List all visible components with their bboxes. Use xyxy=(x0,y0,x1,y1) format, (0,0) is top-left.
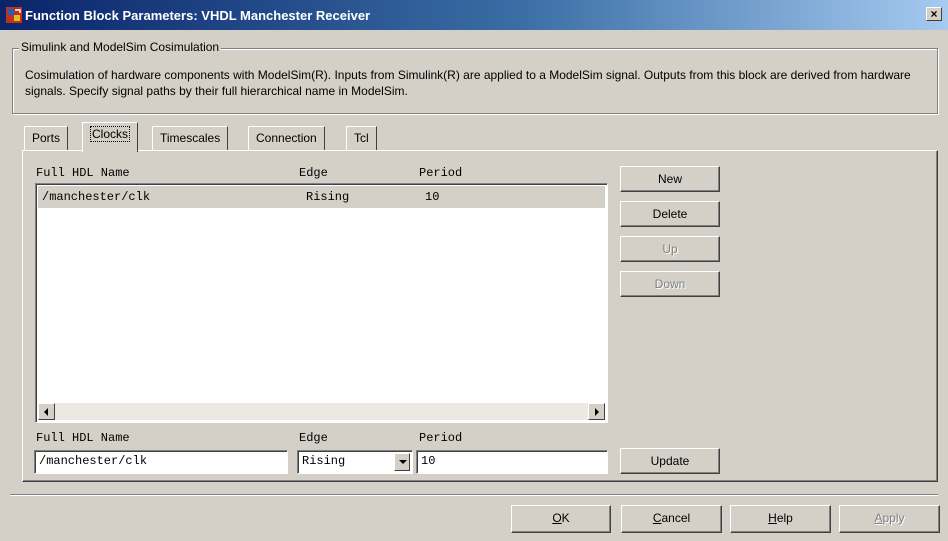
delete-button[interactable]: Delete xyxy=(620,201,720,227)
tab-clocks[interactable]: Clocks xyxy=(82,122,139,152)
ok-button[interactable]: OK xyxy=(511,505,611,533)
clocks-list[interactable]: /manchester/clk Rising 10 xyxy=(35,183,608,423)
editor-edge-label: Edge xyxy=(299,431,328,445)
editor-period-label: Period xyxy=(419,431,463,445)
ok-label: K xyxy=(561,511,570,525)
table-row[interactable]: /manchester/clk Rising 10 xyxy=(38,186,605,208)
update-button[interactable]: Update xyxy=(620,448,720,474)
scroll-left-button[interactable] xyxy=(38,403,55,420)
window-title: Function Block Parameters: VHDL Manchest… xyxy=(25,8,371,23)
tab-label: Ports xyxy=(32,131,61,145)
cancel-button[interactable]: Cancel xyxy=(621,505,722,533)
column-header-edge: Edge xyxy=(299,166,328,180)
ok-mnemonic: O xyxy=(552,511,562,525)
scroll-right-button[interactable] xyxy=(588,403,605,420)
tab-tcl[interactable]: Tcl xyxy=(346,126,377,151)
column-header-name: Full HDL Name xyxy=(36,166,130,180)
footer-separator xyxy=(10,494,938,496)
chevron-down-icon[interactable] xyxy=(394,453,410,471)
row-hdl-name: /manchester/clk xyxy=(42,190,151,204)
help-label: elp xyxy=(776,511,793,525)
groupbox-description: Cosimulation of hardware components with… xyxy=(25,68,911,98)
simulink-block-icon xyxy=(6,7,22,23)
title-bar: Function Block Parameters: VHDL Manchest… xyxy=(0,0,948,30)
row-edge: Rising xyxy=(306,190,350,204)
apply-button[interactable]: Apply xyxy=(839,505,940,533)
close-icon: × xyxy=(930,7,938,21)
scroll-left-arrow-icon xyxy=(44,408,48,416)
column-header-period: Period xyxy=(419,166,463,180)
cosimulation-groupbox: Simulink and ModelSim Cosimulation Cosim… xyxy=(12,40,938,114)
up-button[interactable]: Up xyxy=(620,236,720,262)
horizontal-scrollbar[interactable] xyxy=(38,403,605,420)
help-mnemonic: H xyxy=(768,511,777,525)
hdl-name-field[interactable]: /manchester/clk xyxy=(34,450,288,474)
edge-select[interactable]: Rising xyxy=(297,450,413,474)
edge-select-value: Rising xyxy=(302,454,346,468)
tab-ports[interactable]: Ports xyxy=(24,126,69,151)
tab-label: Tcl xyxy=(354,131,369,145)
tab-label: Clocks xyxy=(90,126,131,142)
hdl-name-value: /manchester/clk xyxy=(39,454,148,468)
period-field[interactable]: 10 xyxy=(416,450,608,474)
tab-timescales[interactable]: Timescales xyxy=(152,126,229,151)
row-period: 10 xyxy=(425,190,440,204)
tab-connection[interactable]: Connection xyxy=(248,126,325,151)
new-button[interactable]: New xyxy=(620,166,720,192)
editor-name-label: Full HDL Name xyxy=(36,431,130,445)
help-button[interactable]: Help xyxy=(730,505,831,533)
period-value: 10 xyxy=(421,454,436,468)
tab-label: Timescales xyxy=(160,131,221,145)
cancel-label: ancel xyxy=(661,511,691,525)
tab-label: Connection xyxy=(256,131,317,145)
apply-label: pply xyxy=(882,511,905,525)
groupbox-title: Simulink and ModelSim Cosimulation xyxy=(19,40,222,54)
close-button[interactable]: × xyxy=(926,7,942,21)
scroll-right-arrow-icon xyxy=(595,408,599,416)
down-button[interactable]: Down xyxy=(620,271,720,297)
apply-mnemonic: A xyxy=(874,511,883,525)
